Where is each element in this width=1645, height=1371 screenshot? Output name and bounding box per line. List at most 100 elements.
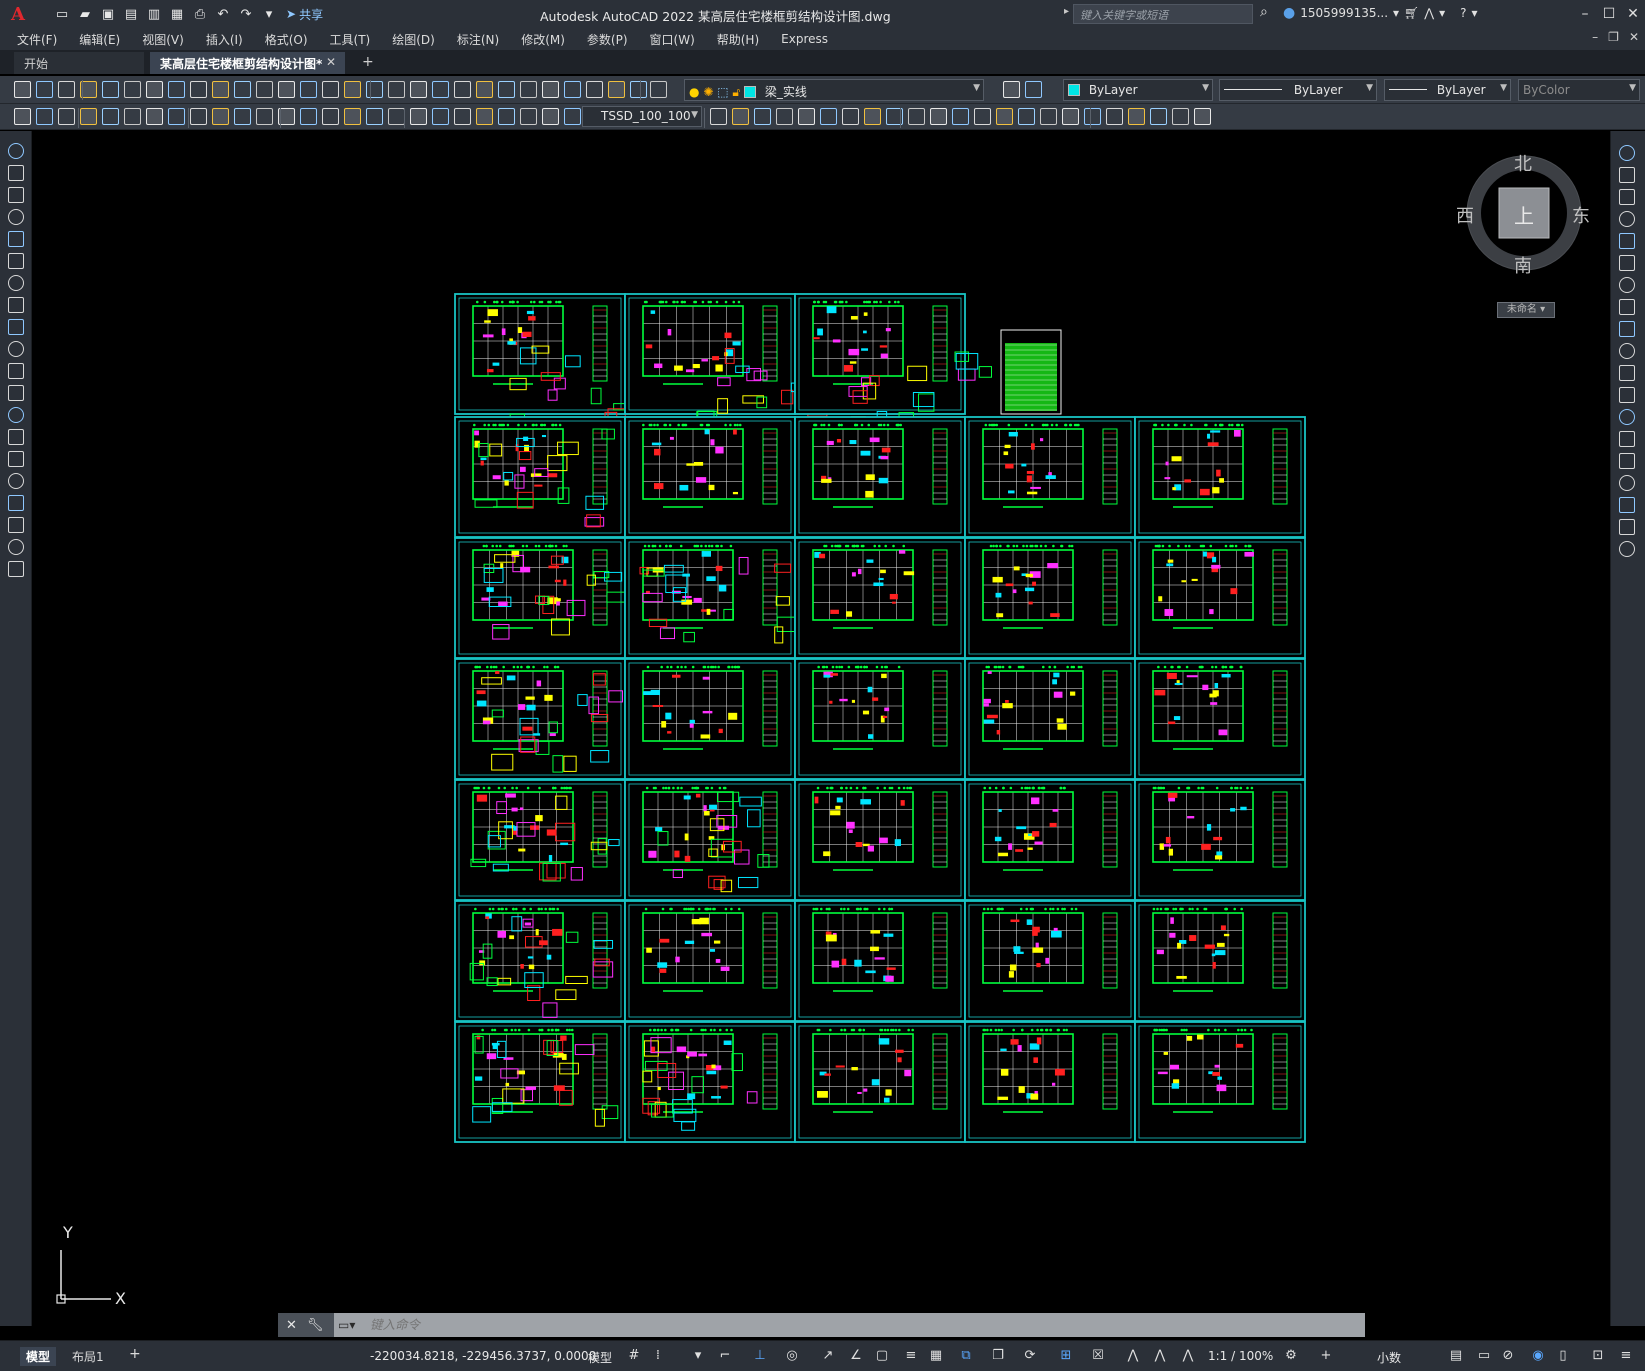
autodesk-a360-icon[interactable]: ⋀ [1424,6,1434,20]
plotstyle-dropdown[interactable]: ByColor ▼ [1518,79,1640,101]
dimstyle-dropdown[interactable]: TSSD_100_100 ▼ [582,106,702,127]
standard-tool-icon[interactable] [190,81,207,98]
command-customize-icon[interactable]: 🔧︎ [307,1318,324,1333]
model-space-toggle[interactable]: 模型 [588,1349,612,1366]
standard-tool-icon[interactable] [322,81,339,98]
status-toggle-icon[interactable]: ⋀ [1152,1348,1168,1364]
minimize-icon[interactable]: – [1573,0,1597,28]
extend-icon[interactable] [1619,365,1635,381]
export-icon[interactable]: ▦ [167,4,187,24]
move-icon[interactable] [1619,255,1635,271]
rectangle-icon[interactable] [8,209,24,225]
standard-tool-icon[interactable] [1025,81,1042,98]
tssd-tool-icon[interactable] [1172,108,1189,125]
menu-dimension[interactable]: 标注(N) [457,31,499,48]
fillet-icon[interactable] [1619,453,1635,469]
lineweight-dropdown[interactable]: ByLayer ▼ [1384,79,1511,101]
tssd-tool-icon[interactable] [520,108,537,125]
standard-tool-icon[interactable] [14,81,31,98]
polygon-icon[interactable] [8,561,24,577]
status-toggle-icon[interactable]: ⊘ [1500,1348,1516,1364]
standard-tool-icon[interactable] [300,81,317,98]
search-input[interactable]: 键入关键字或短语 [1073,4,1253,24]
status-toggle-icon[interactable]: ⧉ [958,1348,974,1364]
explode-icon[interactable] [1619,475,1635,491]
scale-icon[interactable] [1619,299,1635,315]
status-toggle-icon[interactable]: # [626,1348,642,1364]
trim-icon[interactable] [1619,343,1635,359]
tssd-tool-icon[interactable] [410,108,427,125]
cloud-icon[interactable] [8,275,24,291]
tssd-tool-icon[interactable] [1084,108,1101,125]
status-toggle-icon[interactable]: ⊞ [1058,1348,1074,1364]
tssd-tool-icon[interactable] [776,108,793,125]
tssd-tool-icon[interactable] [798,108,815,125]
status-toggle-icon[interactable]: ⁞ [650,1348,666,1364]
region-icon[interactable] [8,429,24,445]
units-dropdown[interactable]: 小数 [1377,1349,1401,1366]
status-toggle-icon[interactable]: ▯ [1555,1348,1571,1364]
tssd-tool-icon[interactable] [754,108,771,125]
tssd-tool-icon[interactable] [1194,108,1211,125]
standard-tool-icon[interactable] [102,81,119,98]
ucs-menu-button[interactable]: 未命名 ▾ [1497,302,1555,318]
tssd-tool-icon[interactable] [864,108,881,125]
polyline-icon[interactable] [8,539,24,555]
copy-icon[interactable] [1619,167,1635,183]
status-toggle-icon[interactable]: ☒ [1090,1348,1106,1364]
tssd-tool-icon[interactable] [212,108,229,125]
user-account[interactable]: ● 1505999135... ▾ 🛒︎ ⋀ ▾ ? ▾ [1283,5,1478,21]
tab-start[interactable]: 开始 [14,52,144,74]
tssd-tool-icon[interactable] [732,108,749,125]
customize-dropdown-icon[interactable]: ▾ [259,4,279,24]
add-selected-icon[interactable] [8,495,24,511]
tab-drawing[interactable]: 某高层住宅楼框剪结构设计图* [150,52,345,74]
status-toggle-icon[interactable]: ≡ [903,1348,919,1364]
tssd-tool-icon[interactable] [498,108,515,125]
tssd-tool-icon[interactable] [344,108,361,125]
tssd-tool-icon[interactable] [234,108,251,125]
cart-icon[interactable]: 🛒︎ [1404,6,1419,20]
standard-tool-icon[interactable] [432,81,449,98]
tssd-tool-icon[interactable] [432,108,449,125]
break-icon[interactable] [1619,387,1635,403]
array-icon[interactable] [1619,233,1635,249]
command-line-handle[interactable]: ✕ 🔧︎ [278,1313,334,1337]
status-toggle-icon[interactable]: ◎ [784,1348,800,1364]
status-toggle-icon[interactable]: ▭ [1476,1348,1492,1364]
menu-insert[interactable]: 插入(I) [206,31,243,48]
menu-view[interactable]: 视图(V) [142,31,184,48]
status-toggle-icon[interactable]: ▦ [928,1348,944,1364]
layer-dropdown[interactable]: ● ✺ ⬚ 🔓︎ 梁_实线 ▼ [684,79,984,101]
tssd-tool-icon[interactable] [564,108,581,125]
standard-tool-icon[interactable] [146,81,163,98]
menu-edit[interactable]: 编辑(E) [79,31,120,48]
chamfer-icon[interactable] [1619,431,1635,447]
standard-tool-icon[interactable] [630,81,647,98]
erase-icon[interactable] [1619,497,1635,513]
status-toggle-icon[interactable]: ⚙ [1283,1348,1299,1364]
join-icon[interactable] [1619,409,1635,425]
search-icon[interactable]: ⌕ [1260,4,1268,20]
hatch-icon[interactable] [8,385,24,401]
tssd-tool-icon[interactable] [476,108,493,125]
tab-layout1[interactable]: 布局1 [66,1347,110,1366]
menu-parametric[interactable]: 参数(P) [587,31,628,48]
standard-tool-icon[interactable] [212,81,229,98]
status-toggle-icon[interactable]: ⋀ [1180,1348,1196,1364]
standard-tool-icon[interactable] [410,81,427,98]
tssd-tool-icon[interactable] [454,108,471,125]
tssd-tool-icon[interactable] [14,108,31,125]
standard-tool-icon[interactable] [586,81,603,98]
copy-icon[interactable] [1619,519,1635,535]
status-toggle-icon[interactable]: ▤ [1448,1348,1464,1364]
tssd-tool-icon[interactable] [1040,108,1057,125]
tssd-tool-icon[interactable] [36,108,53,125]
maximize-icon[interactable]: ☐ [1597,0,1621,28]
standard-tool-icon[interactable] [498,81,515,98]
standard-tool-icon[interactable] [542,81,559,98]
status-toggle-icon[interactable]: ⌐ [717,1348,733,1364]
standard-tool-icon[interactable] [278,81,295,98]
standard-tool-icon[interactable] [256,81,273,98]
standard-tool-icon[interactable] [168,81,185,98]
